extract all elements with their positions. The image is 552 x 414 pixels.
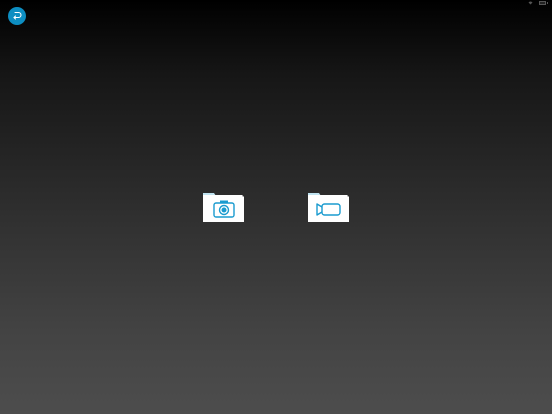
back-button[interactable] xyxy=(8,7,26,25)
folder-icon xyxy=(203,193,244,222)
wifi-icon xyxy=(528,1,533,5)
photos-folder[interactable] xyxy=(202,191,245,223)
status-bar xyxy=(0,0,552,8)
videos-folder[interactable] xyxy=(307,191,350,223)
back-arrow-icon xyxy=(13,11,22,20)
battery-icon xyxy=(539,1,548,5)
status-right-group xyxy=(528,1,548,5)
folder-icon xyxy=(308,193,349,222)
